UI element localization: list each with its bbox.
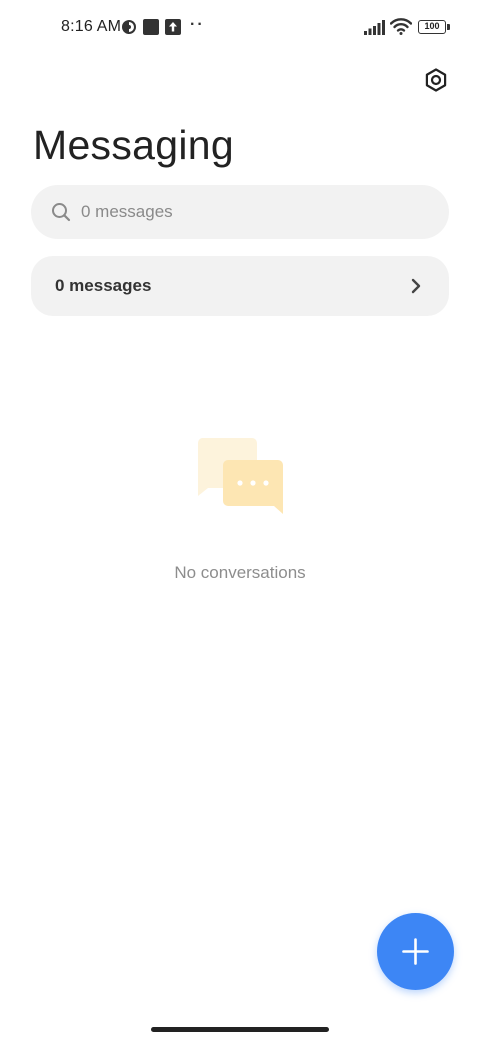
- search-bar[interactable]: [31, 185, 449, 239]
- battery-tip: [447, 24, 450, 30]
- page-title: Messaging: [33, 122, 234, 168]
- settings-button[interactable]: [420, 64, 452, 96]
- battery-icon: 100: [418, 20, 450, 34]
- messages-row[interactable]: 0 messages: [31, 256, 449, 316]
- wifi-icon: [390, 18, 412, 35]
- plus-icon: [402, 938, 429, 965]
- search-icon: [52, 203, 71, 222]
- chat-bubbles-icon: [197, 438, 283, 514]
- new-message-button[interactable]: [377, 913, 454, 990]
- chevron-right-icon: [411, 278, 421, 294]
- messaging-screen: 8:16 AM ·· 100 Messaging 0 messages 0 me…: [0, 0, 480, 1040]
- battery-level: 100: [418, 20, 446, 34]
- vpn-icon: [122, 20, 136, 34]
- signal-icon: [364, 20, 385, 35]
- status-bar: 8:16 AM ·· 100: [0, 0, 480, 56]
- upload-icon: [165, 19, 181, 35]
- search-input[interactable]: [81, 185, 421, 239]
- status-time: 8:16 AM: [61, 18, 122, 35]
- home-indicator[interactable]: [151, 1027, 329, 1032]
- square-notification-icon: [143, 19, 159, 35]
- empty-state-text: No conversations: [174, 563, 306, 582]
- settings-hex-icon: [425, 68, 447, 92]
- status-overflow-dots: ··: [190, 16, 205, 33]
- messages-row-label: 0 messages: [55, 276, 152, 295]
